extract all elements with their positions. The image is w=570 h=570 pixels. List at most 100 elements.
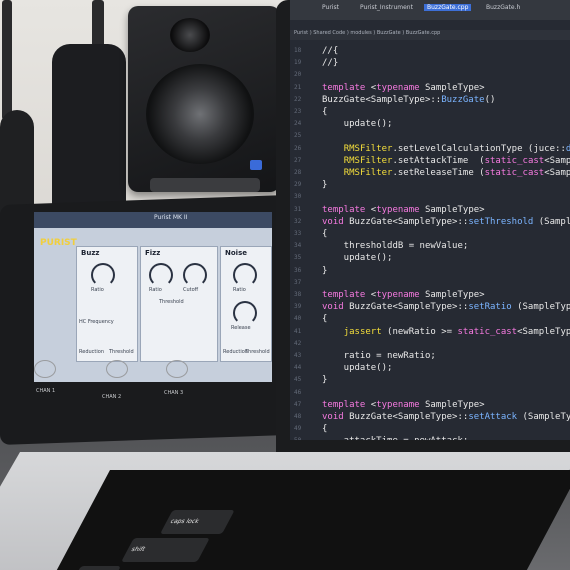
code-line: RMSFilter.setReleaseTime (static_cast<Sa… [343,168,570,178]
fizz-panel-title: Fizz [145,249,161,257]
noise-ratio-knob[interactable] [233,263,257,287]
photo-scene: Purist MK II PURIST Buzz Ratio HC Freque… [0,0,570,570]
line-number: 48 [294,413,302,420]
code-editor: Purist Purist_Instrument BuzzGate.cpp Bu… [290,0,570,440]
fizz-ratio-label: Ratio [149,287,162,293]
noise-release-label: Release [231,325,251,331]
line-number: 21 [294,83,302,91]
chan2-label: CHAN 2 [102,394,122,400]
code-line: ratio = newRatio; [322,351,436,361]
fizz-panel: Fizz Ratio Cutoff Threshold [140,246,218,362]
code-line: } [322,265,328,276]
line-number: 23 [294,108,302,115]
line-number: 39 [294,303,302,311]
line-number: 36 [294,266,302,274]
buzz-threshold-label: Threshold [109,349,134,355]
line-number: 37 [294,278,302,286]
buzz-panel-title: Buzz [81,249,100,257]
line-number: 19 [294,59,302,67]
buzz-reduction-label: Reduction [79,349,104,355]
noise-release-knob[interactable] [233,301,257,325]
tablet-titlebar: Purist MK II [34,212,272,228]
code-line: jassert (newRatio >= static_cast<SampleT… [343,326,570,337]
shift-key[interactable]: shift [121,538,210,562]
code-line: { [322,229,328,239]
line-number: 18 [294,47,302,54]
code-line: { [322,424,328,435]
code-line: RMSFilter.setLevelCalculationType (juce:… [343,143,570,154]
code-line: { [322,107,328,117]
code-line: //} [322,58,339,69]
keyboard: caps lock shift fn [56,470,570,570]
chan2-dial[interactable] [106,360,128,378]
fizz-cutoff-knob[interactable] [183,263,207,287]
tablet-screen: Purist MK II PURIST Buzz Ratio HC Freque… [34,212,272,382]
code-line: void BuzzGate<SampleType>::setRatio (Sam… [322,302,570,313]
line-number: 28 [294,169,302,176]
noise-panel: Noise Ratio Release Reduction Threshold [220,246,272,362]
code-line: RMSFilter.setAttackTime (static_cast<Sam… [343,155,570,166]
shift-label: shift [129,546,147,553]
speaker-woofer [146,64,254,164]
line-number: 41 [294,327,302,335]
code-line: update(); [322,363,393,374]
line-number: 22 [294,95,302,103]
chan3-dial[interactable] [166,360,188,378]
code-line: { [322,314,328,325]
line-number: 32 [294,217,302,225]
chan3-label: CHAN 3 [164,390,184,396]
fizz-threshold-label: Threshold [159,299,184,305]
line-number: 20 [294,71,302,79]
line-number: 49 [294,425,302,433]
fizz-cutoff-label: Cutoff [183,287,199,293]
editor-tab-active-file[interactable]: BuzzGate.cpp [424,4,472,11]
code-line: update(); [322,253,393,264]
code-line: void BuzzGate<SampleType>::setThreshold … [322,216,570,227]
editor-tab-header-file[interactable]: BuzzGate.h [486,4,520,11]
chan1-dial[interactable] [34,360,56,378]
line-number: 47 [294,400,302,408]
code-line: //{ [322,46,339,56]
line-number: 42 [294,339,302,347]
line-number: 25 [294,132,302,140]
line-number: 31 [294,205,302,213]
speaker-tweeter [170,18,210,52]
breadcrumb-text[interactable]: Purist ) Shared Code ) modules ) BuzzGat… [294,30,440,36]
code-line: template <typename SampleType> [322,204,485,215]
caps-lock-key[interactable]: caps lock [159,510,235,534]
code-line: BuzzGate<SampleType>::BuzzGate() [322,94,496,105]
line-number: 27 [294,156,302,164]
code-line: } [322,180,328,191]
code-line: void BuzzGate<SampleType>::setAttack (Sa… [322,412,570,422]
fizz-ratio-knob[interactable] [149,263,173,287]
tablet-app-title: Purist MK II [154,214,188,221]
line-number: 38 [294,291,302,298]
code-line: attackTime = newAttack; [322,436,469,440]
line-number: 46 [294,388,302,396]
line-number: 33 [294,230,302,237]
editor-tab-project[interactable]: Purist [322,4,339,11]
line-number: 30 [294,193,302,201]
line-number: 29 [294,181,302,189]
editor-tab-target[interactable]: Purist_Instrument [360,4,413,11]
noise-threshold-label: Threshold [245,349,270,355]
line-number: 45 [294,376,302,384]
speaker-stand [150,178,260,192]
code-line: template <typename SampleType> [322,399,485,410]
line-number: 44 [294,364,302,372]
speaker-power-led [250,160,262,170]
caps-lock-label: caps lock [168,518,201,525]
guitar-neck-left [2,0,12,120]
chan1-label: CHAN 1 [36,388,56,394]
buzz-ratio-knob[interactable] [91,263,115,287]
line-number: 43 [294,352,302,359]
buzz-ratio-label: Ratio [91,287,104,293]
purist-logo: PURIST [40,238,77,248]
fn-key[interactable]: fn [68,566,121,570]
editor-toolbar: Purist Purist_Instrument BuzzGate.cpp Bu… [290,0,570,20]
code-line: } [322,375,328,386]
noise-panel-title: Noise [225,249,247,257]
line-number: 34 [294,242,302,250]
code-line: update(); [322,119,393,130]
code-line: template <typename SampleType> [322,290,485,300]
